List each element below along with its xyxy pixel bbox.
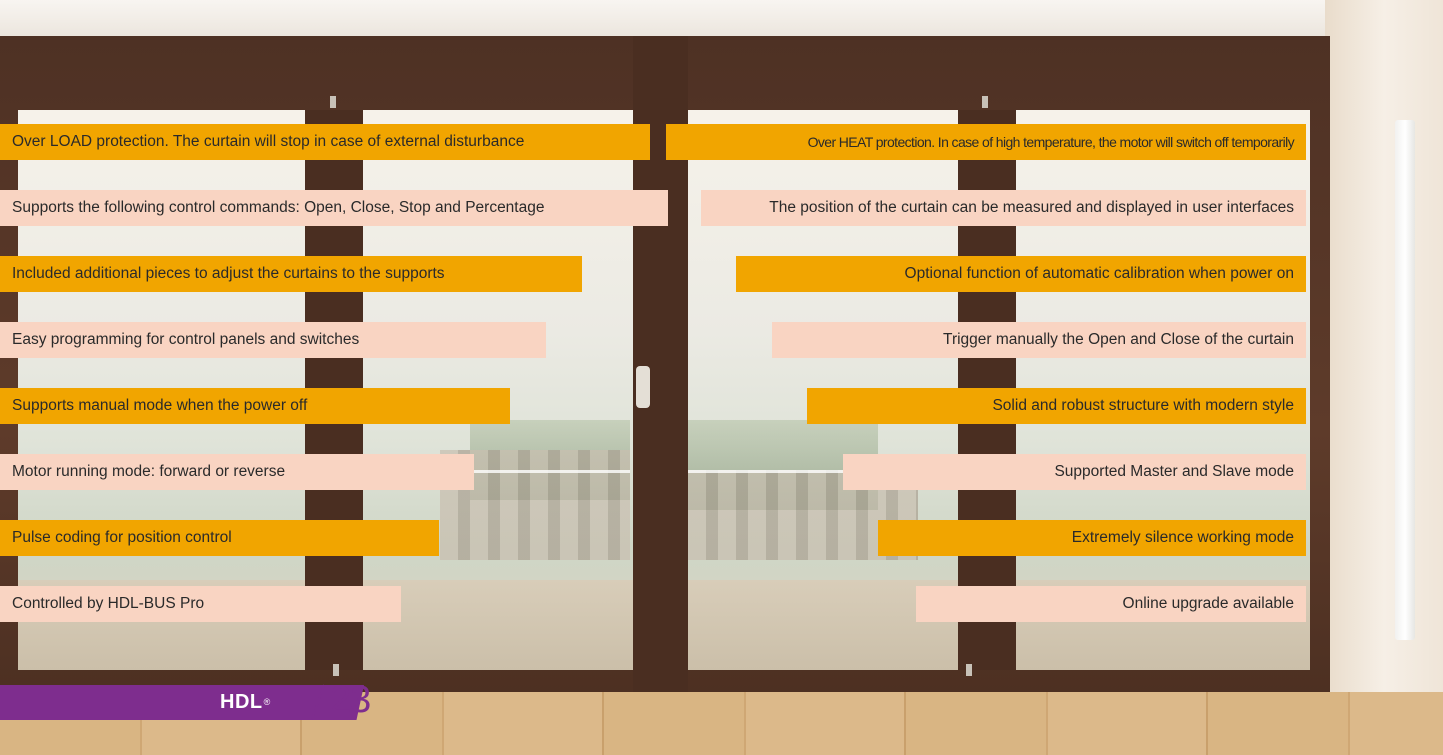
feature-banner-right: Trigger manually the Open and Close of t…: [772, 322, 1306, 358]
feature-banner-left: Easy programming for control panels and …: [0, 322, 546, 358]
page-number: 23: [330, 679, 371, 721]
background-photo: [0, 0, 1443, 755]
window-hinge: [333, 664, 339, 676]
ceiling-wall: [0, 0, 1443, 36]
slash-divider: [311, 684, 325, 720]
logo-text: HDL: [220, 690, 263, 713]
window-hinge: [966, 664, 972, 676]
feature-banner-left: Motor running mode: forward or reverse: [0, 454, 474, 490]
window-hinge: [330, 96, 336, 108]
feature-banner-right: Extremely silence working mode: [878, 520, 1306, 556]
feature-banner-right: Supported Master and Slave mode: [843, 454, 1306, 490]
feature-banner-right: Solid and robust structure with modern s…: [807, 388, 1306, 424]
feature-banner-left: Pulse coding for position control: [0, 520, 439, 556]
feature-banner-right: Online upgrade available: [916, 586, 1306, 622]
registered-mark: ®: [263, 697, 271, 707]
feature-banner-left: Supports the following control commands:…: [0, 190, 668, 226]
feature-banner-right: The position of the curtain can be measu…: [701, 190, 1306, 226]
window-hinge: [982, 96, 988, 108]
radiator: [1395, 120, 1415, 640]
feature-banner-right: Over HEAT protection. In case of high te…: [666, 124, 1306, 160]
side-wall: [1325, 0, 1443, 755]
feature-banner-left: Supports manual mode when the power off: [0, 388, 510, 424]
feature-banner-left: Included additional pieces to adjust the…: [0, 256, 582, 292]
window-handle: [636, 366, 650, 408]
feature-banner-right: Optional function of automatic calibrati…: [736, 256, 1306, 292]
feature-banner-left: Controlled by HDL-BUS Pro: [0, 586, 401, 622]
feature-banner-left: Over LOAD protection. The curtain will s…: [0, 124, 650, 160]
footer-bar: [0, 685, 224, 720]
